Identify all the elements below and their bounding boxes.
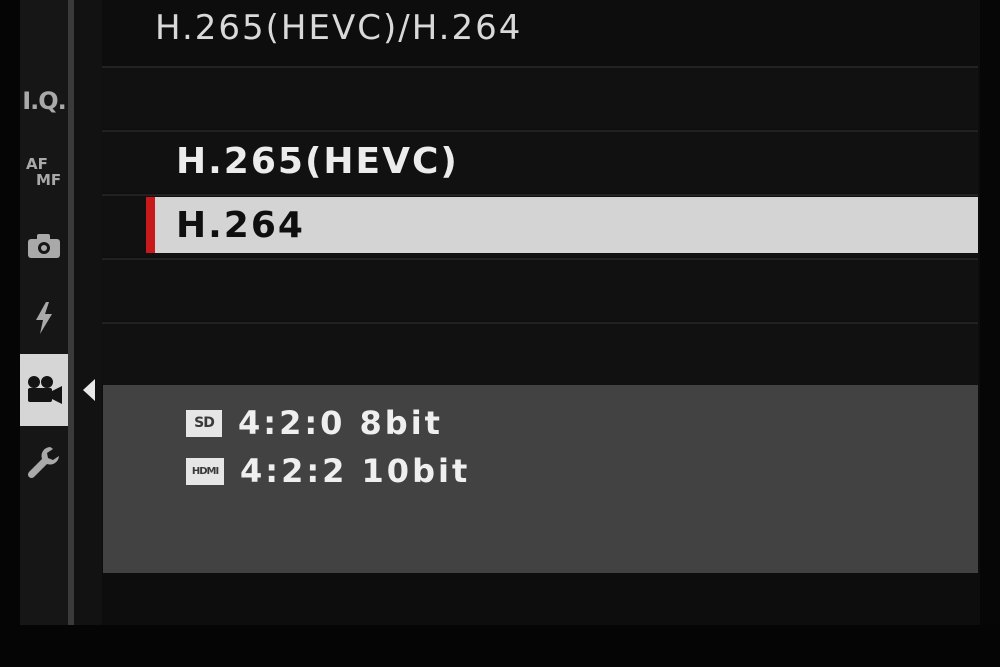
sidebar-item-image-quality[interactable]: I.Q. xyxy=(20,78,68,124)
option-h265-hevc[interactable]: H.265(HEVC) xyxy=(176,132,459,192)
info-text: 4:2:0 8bit xyxy=(238,404,443,442)
camera-icon xyxy=(28,234,60,258)
camera-menu-screen: I.Q. AF MF H.265(HEVC)/H.264 H.265(HEVC)… xyxy=(0,0,1000,667)
menu-row-empty xyxy=(102,66,978,129)
movie-camera-icon xyxy=(28,376,62,404)
wrench-icon xyxy=(27,447,59,479)
sidebar-item-movie[interactable] xyxy=(20,354,68,426)
menu-row-empty xyxy=(102,258,978,321)
info-line-sd: SD 4:2:0 8bit xyxy=(186,403,443,443)
sidebar-item-setup[interactable] xyxy=(20,439,68,485)
sidebar-item-flash[interactable] xyxy=(20,295,68,341)
sd-card-icon: SD xyxy=(186,409,222,437)
sidebar-item-focus[interactable]: AF MF xyxy=(20,150,68,196)
active-category-pointer xyxy=(83,379,95,401)
sidebar-item-shooting[interactable] xyxy=(20,223,68,269)
menu-row-empty xyxy=(102,322,978,385)
hdmi-icon: HDMI xyxy=(186,457,224,485)
bezel-left xyxy=(0,0,20,667)
bezel-right xyxy=(980,0,1000,667)
info-text: 4:2:2 10bit xyxy=(240,452,471,490)
bezel-bottom xyxy=(0,625,1000,667)
af-mf-icon: AF MF xyxy=(26,155,62,189)
option-h264[interactable]: H.264 xyxy=(176,197,305,253)
page-title: H.265(HEVC)/H.264 xyxy=(155,8,523,48)
info-line-hdmi: HDMI 4:2:2 10bit xyxy=(186,451,470,491)
selection-marker xyxy=(146,197,155,253)
flash-icon xyxy=(36,302,52,334)
iq-icon: I.Q. xyxy=(22,87,67,115)
sidebar-gap xyxy=(74,0,102,625)
